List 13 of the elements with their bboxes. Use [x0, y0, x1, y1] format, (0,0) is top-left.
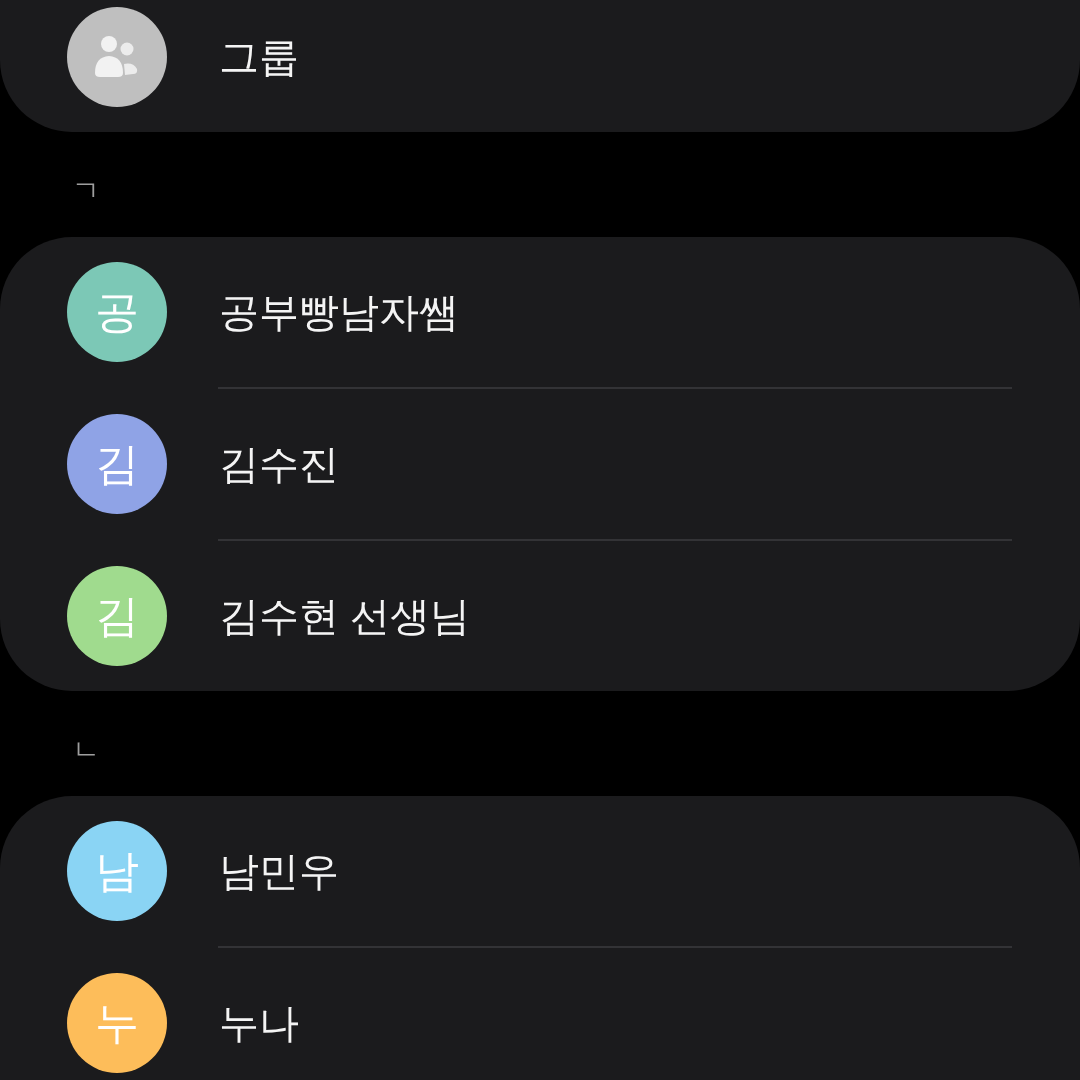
contact-avatar: 누: [67, 973, 167, 1073]
contact-avatar: 김: [67, 414, 167, 514]
contact-name[interactable]: 누나: [219, 999, 299, 1047]
contact-name[interactable]: 김수현 선생님: [219, 592, 471, 640]
section-header: ㄴ: [72, 734, 100, 765]
contact-name[interactable]: 김수진: [219, 440, 339, 488]
section-header: ㄱ: [72, 175, 100, 206]
group-name[interactable]: 그룹: [219, 33, 299, 81]
contact-name[interactable]: 공부빵남자쌤: [219, 288, 459, 336]
contact-avatar: 남: [67, 821, 167, 921]
contact-avatar: 김: [67, 566, 167, 666]
contact-name[interactable]: 남민우: [219, 847, 339, 895]
contact-avatar: 공: [67, 262, 167, 362]
